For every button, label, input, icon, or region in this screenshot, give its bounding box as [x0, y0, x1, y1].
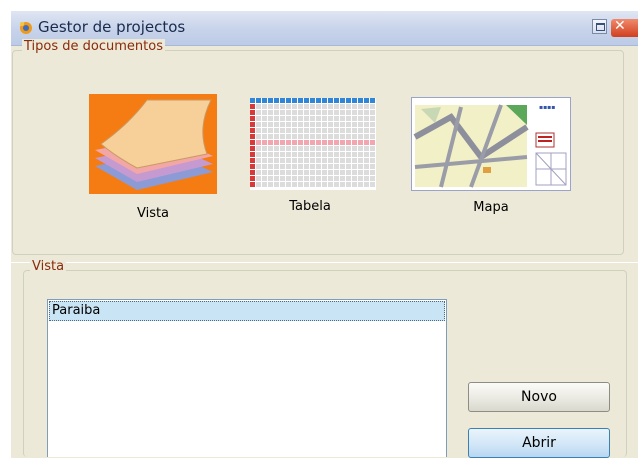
- table-icon: [250, 98, 376, 190]
- app-icon: [20, 22, 32, 34]
- svg-text:▪▪▪▪: ▪▪▪▪: [539, 104, 555, 111]
- doc-type-map-label: Mapa: [473, 200, 509, 215]
- documents-listbox[interactable]: Paraiba: [47, 299, 447, 457]
- close-button[interactable]: [611, 18, 638, 37]
- doc-type-map[interactable]: ▪▪▪▪ Mapa: [411, 97, 571, 227]
- view-icon: [89, 94, 217, 194]
- map-icon: ▪▪▪▪: [411, 97, 571, 191]
- doc-type-view[interactable]: Vista: [89, 94, 219, 224]
- maximize-button[interactable]: [592, 19, 607, 34]
- open-button[interactable]: Abrir: [468, 428, 610, 458]
- window-title: Gestor de projectos: [38, 18, 186, 36]
- doc-type-view-label: Vista: [136, 206, 170, 221]
- documents-legend: Vista: [30, 259, 67, 274]
- new-button[interactable]: Novo: [468, 382, 610, 412]
- doc-type-table-label: Tabela: [289, 199, 331, 214]
- doc-type-table[interactable]: Tabela: [250, 98, 380, 228]
- list-item[interactable]: Paraiba: [49, 301, 445, 321]
- document-types-legend: Tipos de documentos: [22, 39, 165, 54]
- window-left-edge: [0, 0, 11, 457]
